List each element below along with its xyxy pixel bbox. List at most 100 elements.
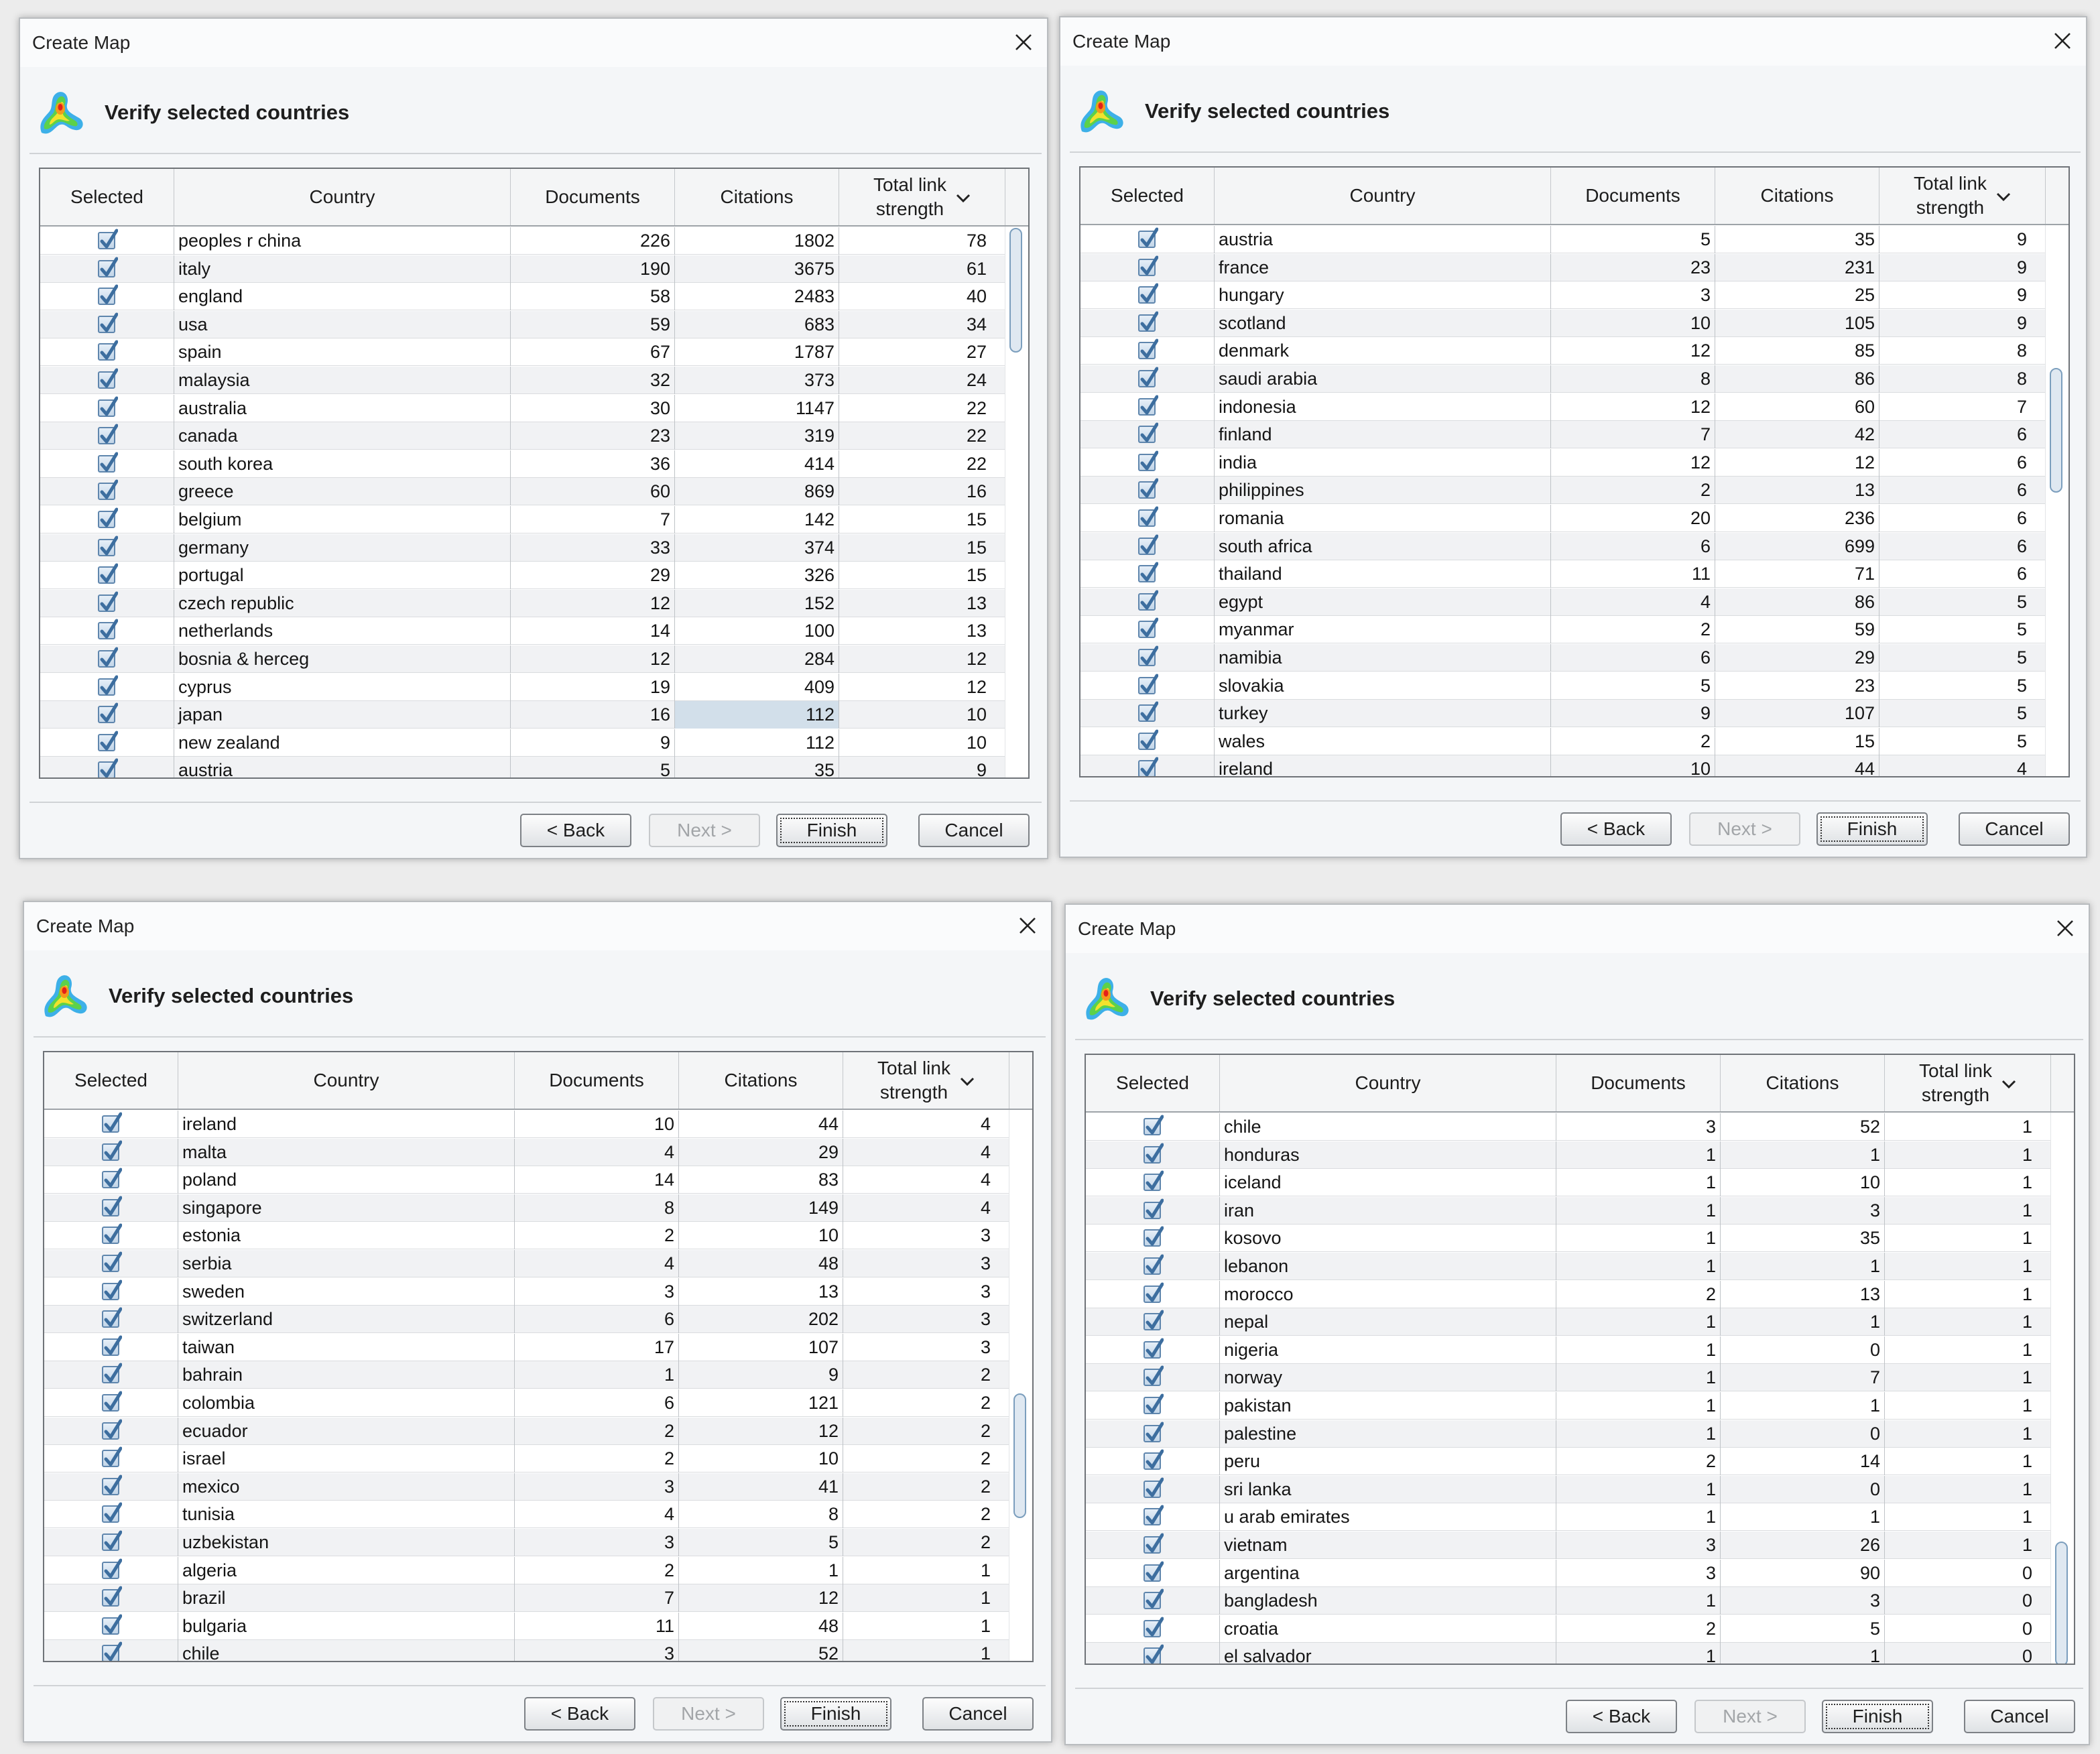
table-row[interactable]: hungary 3 25 9	[1080, 281, 2046, 310]
table-row[interactable]: israel 2 10 2	[44, 1445, 1009, 1473]
checkbox-checked-icon[interactable]	[102, 1196, 122, 1216]
table-row[interactable]: vietnam 3 26 1	[1086, 1531, 2051, 1559]
table-row[interactable]: tunisia 4 8 2	[44, 1501, 1009, 1529]
table-row[interactable]: lebanon 1 1 1	[1086, 1253, 2051, 1280]
column-header-selected[interactable]: Selected	[44, 1052, 178, 1109]
table-row[interactable]: norway 1 7 1	[1086, 1364, 2051, 1392]
table-row[interactable]: morocco 2 13 1	[1086, 1280, 2051, 1308]
table-row[interactable]: palestine 1 0 1	[1086, 1420, 2051, 1448]
checkbox-checked-icon[interactable]	[1138, 283, 1158, 304]
column-header-selected[interactable]: Selected	[1086, 1055, 1220, 1111]
close-icon[interactable]	[2050, 913, 2081, 944]
checkbox-checked-icon[interactable]	[1144, 1588, 1164, 1610]
table-row[interactable]: new zealand 9 112 10	[40, 729, 1005, 757]
checkbox-checked-icon[interactable]	[1144, 1505, 1164, 1526]
checkbox-checked-icon[interactable]	[98, 702, 118, 724]
table-row[interactable]: argentina 3 90 0	[1086, 1559, 2051, 1587]
finish-button[interactable]: Finish	[1816, 812, 1928, 846]
table-row[interactable]: pakistan 1 1 1	[1086, 1392, 2051, 1420]
checkbox-checked-icon[interactable]	[102, 1168, 122, 1189]
next-button[interactable]: Next >	[653, 1697, 764, 1731]
checkbox-checked-icon[interactable]	[1138, 674, 1158, 694]
checkbox-checked-icon[interactable]	[1138, 729, 1158, 750]
cancel-button[interactable]: Cancel	[922, 1697, 1034, 1731]
scrollbar-thumb[interactable]	[2055, 1542, 2068, 1664]
checkbox-checked-icon[interactable]	[98, 312, 118, 333]
table-row[interactable]: sri lanka 1 0 1	[1086, 1475, 2051, 1503]
checkbox-checked-icon[interactable]	[98, 229, 118, 249]
table-row[interactable]: czech republic 12 152 13	[40, 589, 1005, 617]
checkbox-checked-icon[interactable]	[1138, 422, 1158, 444]
table-row[interactable]: saudi arabia 8 86 8	[1080, 365, 2046, 393]
checkbox-checked-icon[interactable]	[1144, 1338, 1164, 1359]
table-row[interactable]: denmark 12 85 8	[1080, 337, 2046, 365]
checkbox-checked-icon[interactable]	[1144, 1226, 1164, 1247]
column-header-citations[interactable]: Citations	[679, 1052, 843, 1109]
scrollbar-thumb[interactable]	[1009, 228, 1022, 353]
column-header-documents[interactable]: Documents	[1551, 168, 1715, 224]
table-row[interactable]: mexico 3 41 2	[44, 1473, 1009, 1501]
checkbox-checked-icon[interactable]	[102, 1140, 122, 1161]
table-row[interactable]: chile 3 52 1	[44, 1640, 1009, 1661]
table-row[interactable]: austria 5 35 9	[1080, 226, 2046, 253]
table-row[interactable]: estonia 2 10 3	[44, 1222, 1009, 1250]
checkbox-checked-icon[interactable]	[102, 1223, 122, 1245]
table-row[interactable]: nepal 1 1 1	[1086, 1308, 2051, 1336]
checkbox-checked-icon[interactable]	[98, 257, 118, 277]
checkbox-checked-icon[interactable]	[102, 1586, 122, 1607]
checkbox-checked-icon[interactable]	[1144, 1282, 1164, 1303]
table-row[interactable]: colombia 6 121 2	[44, 1389, 1009, 1417]
checkbox-checked-icon[interactable]	[102, 1502, 122, 1523]
checkbox-checked-icon[interactable]	[1138, 395, 1158, 416]
checkbox-checked-icon[interactable]	[98, 452, 118, 473]
column-header-total-link-strength[interactable]: Total link strength	[839, 169, 1005, 225]
table-row[interactable]: malta 4 29 4	[44, 1138, 1009, 1166]
checkbox-checked-icon[interactable]	[1144, 1170, 1164, 1192]
table-row[interactable]: el salvador 1 1 0	[1086, 1643, 2051, 1664]
checkbox-checked-icon[interactable]	[1144, 1644, 1164, 1664]
column-header-documents[interactable]: Documents	[515, 1052, 679, 1109]
table-row[interactable]: france 23 231 9	[1080, 253, 2046, 281]
checkbox-checked-icon[interactable]	[98, 424, 118, 445]
table-row[interactable]: brazil 7 12 1	[44, 1584, 1009, 1613]
checkbox-checked-icon[interactable]	[1144, 1254, 1164, 1275]
table-row[interactable]: austria 5 35 9	[40, 757, 1005, 777]
table-row[interactable]: egypt 4 86 5	[1080, 588, 2046, 616]
column-header-total-link-strength[interactable]: Total link strength	[1879, 168, 2046, 224]
checkbox-checked-icon[interactable]	[1144, 1143, 1164, 1164]
table-row[interactable]: iceland 1 10 1	[1086, 1169, 2051, 1197]
table-row[interactable]: germany 33 374 15	[40, 534, 1005, 562]
vertical-scrollbar[interactable]	[1005, 227, 1028, 777]
table-row[interactable]: bahrain 1 9 2	[44, 1361, 1009, 1389]
checkbox-checked-icon[interactable]	[98, 396, 118, 417]
close-icon[interactable]	[1008, 27, 1039, 58]
checkbox-checked-icon[interactable]	[98, 507, 118, 528]
close-icon[interactable]	[1012, 910, 1043, 941]
next-button[interactable]: Next >	[1694, 1700, 1806, 1733]
checkbox-checked-icon[interactable]	[98, 591, 118, 612]
table-row[interactable]: croatia 2 5 0	[1086, 1615, 2051, 1643]
table-row[interactable]: england 58 2483 40	[40, 283, 1005, 311]
table-row[interactable]: singapore 8 149 4	[44, 1194, 1009, 1222]
checkbox-checked-icon[interactable]	[1138, 534, 1158, 555]
table-row[interactable]: usa 59 683 34	[40, 310, 1005, 338]
checkbox-checked-icon[interactable]	[98, 675, 118, 696]
checkbox-checked-icon[interactable]	[98, 647, 118, 668]
column-header-documents[interactable]: Documents	[511, 169, 675, 225]
table-row[interactable]: honduras 1 1 1	[1086, 1141, 2051, 1169]
checkbox-checked-icon[interactable]	[1138, 701, 1158, 723]
table-row[interactable]: bosnia & herceg 12 284 12	[40, 645, 1005, 673]
checkbox-checked-icon[interactable]	[1144, 1198, 1164, 1219]
checkbox-checked-icon[interactable]	[102, 1112, 122, 1133]
table-row[interactable]: kosovo 1 35 1	[1086, 1225, 2051, 1253]
column-header-total-link-strength[interactable]: Total link strength	[843, 1052, 1009, 1109]
table-row[interactable]: chile 3 52 1	[1086, 1113, 2051, 1141]
back-button[interactable]: < Back	[524, 1697, 635, 1731]
table-row[interactable]: italy 190 3675 61	[40, 255, 1005, 283]
table-row[interactable]: belgium 7 142 15	[40, 506, 1005, 534]
checkbox-checked-icon[interactable]	[98, 563, 118, 584]
checkbox-checked-icon[interactable]	[1144, 1310, 1164, 1331]
table-row[interactable]: wales 2 15 5	[1080, 727, 2046, 755]
table-row[interactable]: indonesia 12 60 7	[1080, 393, 2046, 421]
checkbox-checked-icon[interactable]	[98, 479, 118, 501]
